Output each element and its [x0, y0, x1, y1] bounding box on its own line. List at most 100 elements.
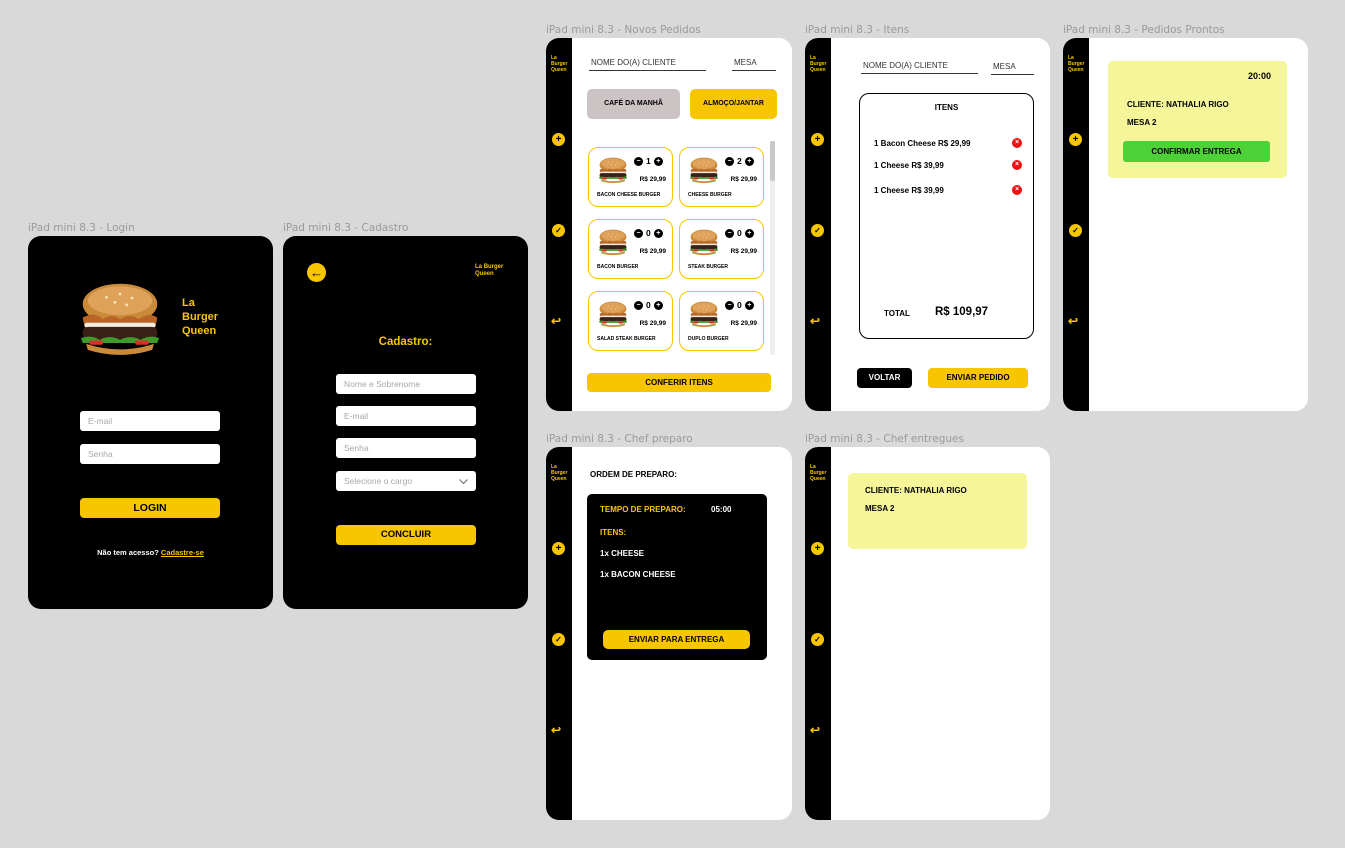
- logout-icon[interactable]: ↩: [1068, 315, 1078, 328]
- login-password-input[interactable]: Senha: [80, 444, 220, 464]
- plus-icon[interactable]: +: [653, 228, 663, 238]
- no-access-text: Não tem acesso?: [97, 548, 159, 557]
- plus-icon[interactable]: +: [552, 133, 565, 146]
- plus-icon[interactable]: +: [653, 156, 663, 166]
- minus-icon[interactable]: −: [634, 228, 643, 238]
- product-price: R$ 29,99: [730, 320, 757, 327]
- plus-icon[interactable]: +: [744, 156, 754, 166]
- product-price: R$ 29,99: [639, 176, 666, 183]
- name-input[interactable]: Nome e Sobrenome: [336, 374, 476, 394]
- prep-order-title: ORDEM DE PREPARO:: [590, 470, 677, 479]
- remove-item-icon[interactable]: ×: [1012, 138, 1022, 148]
- itens-frame: La Burger Queen + ✓ ↩ NOME DO(A) CLIENTE M…: [805, 38, 1050, 411]
- quantity-stepper: −0 +: [634, 228, 663, 238]
- concluir-button[interactable]: CONCLUIR: [336, 525, 476, 545]
- brand-small-line-3: Queen: [475, 271, 494, 277]
- plus-icon[interactable]: +: [653, 300, 663, 310]
- prep-item: 1x BACON CHEESE: [600, 570, 676, 579]
- logout-icon[interactable]: ↩: [551, 724, 561, 737]
- table-field[interactable]: MESA: [991, 62, 1034, 75]
- logout-icon[interactable]: ↩: [551, 315, 561, 328]
- cadastro-email-input[interactable]: E-mail: [336, 406, 476, 426]
- logout-icon[interactable]: ↩: [810, 315, 820, 328]
- burger-image: [690, 157, 718, 184]
- product-name: BACON CHEESE BURGER: [597, 192, 661, 198]
- frame-label-login: iPad mini 8.3 - Login: [28, 222, 135, 234]
- order-item-row: 1 Cheese R$ 39,99: [874, 161, 944, 170]
- signup-link[interactable]: Cadastre-se: [161, 548, 204, 557]
- check-icon[interactable]: ✓: [552, 633, 565, 646]
- sb-l3: Queen: [551, 476, 567, 482]
- order-table: MESA 2: [1127, 118, 1157, 127]
- prep-item: 1x CHEESE: [600, 549, 645, 558]
- minus-icon[interactable]: −: [634, 300, 643, 310]
- cadastro-title: Cadastro:: [378, 336, 433, 348]
- product-card[interactable]: −0 + R$ 29,99 DUPLO BURGER: [679, 291, 764, 351]
- minus-icon[interactable]: −: [634, 156, 643, 166]
- login-button[interactable]: LOGIN: [80, 498, 220, 518]
- login-email-input[interactable]: E-mail: [80, 411, 220, 431]
- frame-label-itens: iPad mini 8.3 - Itens: [805, 24, 910, 36]
- send-order-button[interactable]: ENVIAR PEDIDO: [928, 368, 1028, 388]
- burger-logo-image: [81, 283, 159, 355]
- burger-image: [599, 229, 627, 256]
- check-icon[interactable]: ✓: [1069, 224, 1082, 237]
- brand-line-2: Burger: [182, 311, 219, 323]
- login-frame: La Burger Queen E-mail Senha LOGIN Não t…: [28, 236, 273, 609]
- sidebar: La Burger Queen + ✓ ↩: [1063, 38, 1089, 411]
- plus-icon[interactable]: +: [1069, 133, 1082, 146]
- check-icon[interactable]: ✓: [552, 224, 565, 237]
- send-to-delivery-button[interactable]: ENVIAR PARA ENTREGA: [603, 630, 750, 649]
- back-arrow-icon[interactable]: ←: [307, 263, 326, 282]
- product-card[interactable]: −0 + R$ 29,99 SALAD STEAK BURGER: [588, 291, 673, 351]
- quantity-value: 2: [737, 156, 742, 166]
- sidebar-brand: La Burger Queen: [1068, 55, 1084, 73]
- scrollbar-thumb[interactable]: [770, 141, 775, 181]
- quantity-value: 0: [646, 228, 651, 238]
- product-card[interactable]: −0 + R$ 29,99 STEAK BURGER: [679, 219, 764, 279]
- confirm-delivery-button[interactable]: CONFIRMAR ENTREGA: [1123, 141, 1270, 162]
- signup-prompt: Não tem acesso? Cadastre-se: [28, 548, 273, 557]
- product-price: R$ 29,99: [639, 320, 666, 327]
- minus-icon[interactable]: −: [725, 228, 734, 238]
- frame-label-chef-preparo: iPad mini 8.3 - Chef preparo: [546, 433, 693, 445]
- plus-icon[interactable]: +: [744, 228, 754, 238]
- tab-lunch-dinner[interactable]: ALMOÇO/JANTAR: [690, 89, 777, 119]
- minus-icon[interactable]: −: [725, 156, 734, 166]
- quantity-value: 0: [737, 300, 742, 310]
- logout-icon[interactable]: ↩: [810, 724, 820, 737]
- total-value: R$ 109,97: [935, 306, 989, 318]
- product-card[interactable]: −1 + R$ 29,99 BACON CHEESE BURGER: [588, 147, 673, 207]
- burger-image: [599, 301, 627, 328]
- remove-item-icon[interactable]: ×: [1012, 160, 1022, 170]
- product-price: R$ 29,99: [639, 248, 666, 255]
- brand-logo-text: La Burger Queen: [182, 296, 218, 338]
- order-item-row: 1 Cheese R$ 39,99: [874, 186, 944, 195]
- plus-icon[interactable]: +: [744, 300, 754, 310]
- remove-item-icon[interactable]: ×: [1012, 185, 1022, 195]
- scrollbar-track[interactable]: [770, 141, 775, 355]
- check-icon[interactable]: ✓: [811, 224, 824, 237]
- product-name: DUPLO BURGER: [688, 336, 729, 342]
- prep-items-label: ITENS:: [600, 528, 627, 537]
- tab-breakfast[interactable]: CAFÉ DA MANHÃ: [587, 89, 680, 119]
- cadastro-password-input[interactable]: Senha: [336, 438, 476, 458]
- role-select[interactable]: Selecione o cargo: [336, 471, 476, 491]
- check-items-button[interactable]: CONFERIR ITENS: [587, 373, 771, 392]
- client-name-field[interactable]: NOME DO(A) CLIENTE: [861, 61, 978, 74]
- product-card[interactable]: −2 + R$ 29,99 CHEESE BURGER: [679, 147, 764, 207]
- check-icon[interactable]: ✓: [811, 633, 824, 646]
- sidebar-brand: La Burger Queen: [551, 464, 567, 482]
- plus-icon[interactable]: +: [552, 542, 565, 555]
- product-card[interactable]: −0 + R$ 29,99 BACON BURGER: [588, 219, 673, 279]
- minus-icon[interactable]: −: [725, 300, 734, 310]
- plus-icon[interactable]: +: [811, 133, 824, 146]
- delivered-order-card: CLIENTE: NATHALIA RIGO MESA 2: [848, 473, 1027, 549]
- plus-icon[interactable]: +: [811, 542, 824, 555]
- client-name-field[interactable]: NOME DO(A) CLIENTE: [589, 58, 706, 71]
- back-button[interactable]: VOLTAR: [857, 368, 912, 388]
- brand-small-line-2: Burger: [483, 264, 504, 270]
- sidebar-brand: La Burger Queen: [810, 55, 826, 73]
- table-field[interactable]: MESA: [732, 58, 776, 71]
- chef-entregues-frame: La Burger Queen + ✓ ↩ CLIENTE: NATHALIA RI…: [805, 447, 1050, 820]
